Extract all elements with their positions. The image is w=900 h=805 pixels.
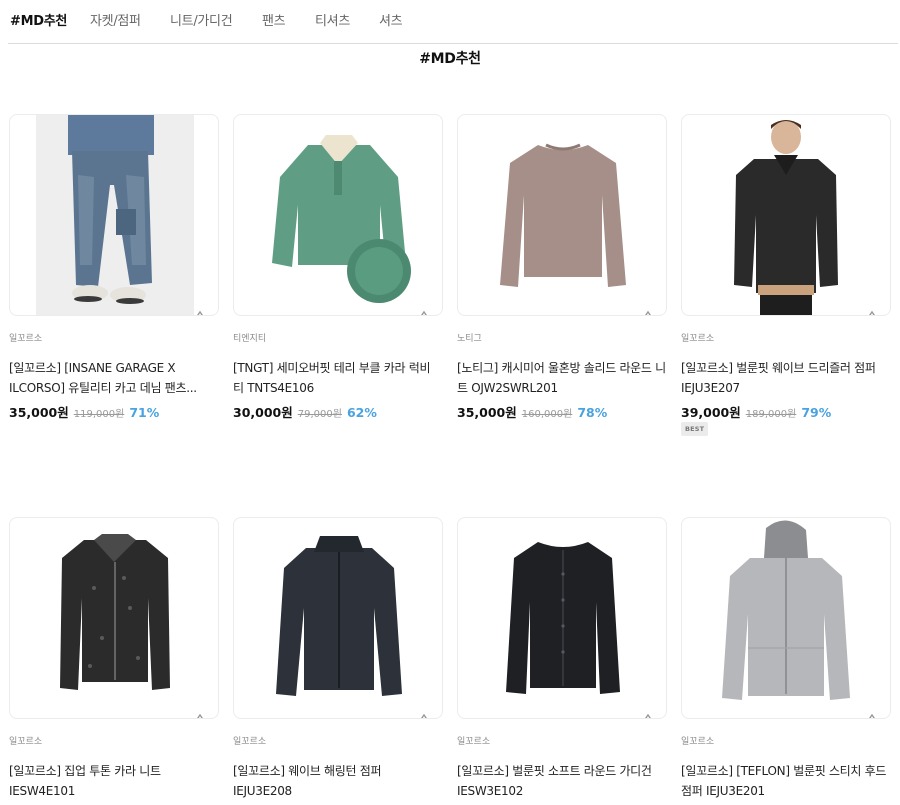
tab-divider (8, 43, 898, 44)
product-image-denim-pants (36, 115, 194, 315)
shopping-basket-icon[interactable] (414, 712, 434, 719)
sale-price: 39,000원 (681, 405, 741, 420)
product-name[interactable]: [TNGT] 세미오버핏 테리 부클 카라 럭비 티 TNTS4E106 (233, 358, 443, 398)
shopping-basket-icon[interactable] (414, 309, 434, 316)
tab-tshirts[interactable]: 티셔츠 (315, 10, 350, 29)
product-image-black-jumper (734, 120, 838, 315)
discount-rate: 79% (801, 405, 832, 420)
product-brand: 일꼬르소 (9, 737, 43, 747)
section-title: #MD추천 (419, 51, 481, 67)
category-tab-bar: #MD추천 자켓/점퍼 니트/가디건 팬츠 티셔츠 셔츠 (0, 0, 900, 45)
product-name[interactable]: [일꼬르소] 벌룬핏 웨이브 드리즐러 점퍼 IEJU3E207 (681, 358, 891, 398)
product-card[interactable]: 일꼬르소 [일꼬르소] [INSANE GARAGE X ILCORSO] 유틸… (9, 114, 219, 420)
price-row: 35,000원 119,000원 71% (9, 402, 159, 421)
product-brand: 일꼬르소 (681, 737, 715, 747)
product-image-navy-harrington (276, 536, 402, 696)
product-card[interactable]: 일꼬르소 [일꼬르소] [TEFLON] 벌룬핏 스티치 후드 점퍼 IEJU3… (681, 517, 891, 798)
product-card[interactable]: 일꼬르소 [일꼬르소] 웨이브 해링턴 점퍼 IEJU3E208 (233, 517, 443, 798)
product-card[interactable]: 일꼬르소 [일꼬르소] 벌룬핏 웨이브 드리즐러 점퍼 IEJU3E207 39… (681, 114, 891, 436)
product-name[interactable]: [일꼬르소] [TEFLON] 벌룬핏 스티치 후드 점퍼 IEJU3E201 (681, 761, 891, 801)
price-row: 39,000원 189,000원 79% (681, 402, 831, 421)
tab-pants[interactable]: 팬츠 (262, 10, 286, 29)
sale-price: 35,000원 (457, 405, 517, 420)
tab-knit-cardigan[interactable]: 니트/가디건 (170, 10, 233, 29)
product-thumbnail[interactable] (9, 114, 219, 316)
product-name[interactable]: [노티그] 캐시미어 울혼방 솔리드 라운드 니트 OJW2SWRL201 (457, 358, 667, 398)
product-thumbnail[interactable] (681, 517, 891, 719)
shopping-basket-icon[interactable] (638, 712, 658, 719)
product-thumbnail[interactable] (681, 114, 891, 316)
product-thumbnail[interactable] (457, 114, 667, 316)
original-price: 79,000원 (297, 409, 342, 420)
original-price: 119,000원 (73, 409, 125, 420)
product-card[interactable]: 일꼬르소 [일꼬르소] 벌룬핏 소프트 라운드 가디건 IESW3E102 (457, 517, 667, 798)
product-image-gray-hood-jacket (722, 520, 850, 700)
product-name[interactable]: [일꼬르소] 벌룬핏 소프트 라운드 가디건 IESW3E102 (457, 761, 667, 801)
product-brand: 일꼬르소 (233, 737, 267, 747)
discount-rate: 71% (129, 405, 160, 420)
tab-md-recommend[interactable]: #MD추천 (10, 10, 67, 29)
product-image-beige-knit (500, 143, 626, 287)
discount-rate: 62% (346, 405, 377, 420)
product-card[interactable]: 일꼬르소 [일꼬르소] 집업 투톤 카라 니트 IESW4E101 (9, 517, 219, 798)
sale-price: 35,000원 (9, 405, 69, 420)
best-badge: BEST (681, 422, 709, 436)
product-brand: 티엔지티 (233, 334, 267, 344)
product-image-black-zipup-knit (60, 534, 170, 690)
original-price: 160,000원 (521, 409, 573, 420)
product-thumbnail[interactable] (233, 517, 443, 719)
product-image-green-polo (272, 135, 411, 303)
discount-rate: 78% (577, 405, 608, 420)
product-name[interactable]: [일꼬르소] 집업 투톤 카라 니트 IESW4E101 (9, 761, 219, 801)
shopping-basket-icon[interactable] (862, 309, 882, 316)
price-row: 30,000원 79,000원 62% (233, 402, 377, 421)
shopping-basket-icon[interactable] (638, 309, 658, 316)
product-name[interactable]: [일꼬르소] 웨이브 해링턴 점퍼 IEJU3E208 (233, 761, 443, 801)
product-card[interactable]: 티엔지티 [TNGT] 세미오버핏 테리 부클 카라 럭비 티 TNTS4E10… (233, 114, 443, 420)
product-thumbnail[interactable] (9, 517, 219, 719)
product-card[interactable]: 노티그 [노티그] 캐시미어 울혼방 솔리드 라운드 니트 OJW2SWRL20… (457, 114, 667, 420)
shopping-basket-icon[interactable] (190, 712, 210, 719)
product-thumbnail[interactable] (457, 517, 667, 719)
shopping-basket-icon[interactable] (862, 712, 882, 719)
product-image-black-cardigan (506, 542, 620, 694)
original-price: 189,000원 (745, 409, 797, 420)
product-brand: 일꼬르소 (457, 737, 491, 747)
sale-price: 30,000원 (233, 405, 293, 420)
product-thumbnail[interactable] (233, 114, 443, 316)
shopping-basket-icon[interactable] (190, 309, 210, 316)
product-brand: 일꼬르소 (681, 334, 715, 344)
tab-shirts[interactable]: 셔츠 (379, 10, 403, 29)
product-name[interactable]: [일꼬르소] [INSANE GARAGE X ILCORSO] 유틸리티 카고… (9, 358, 219, 398)
price-row: 35,000원 160,000원 78% (457, 402, 607, 421)
product-brand: 일꼬르소 (9, 334, 43, 344)
product-brand: 노티그 (457, 334, 482, 344)
tab-jacket-jumper[interactable]: 자켓/점퍼 (90, 10, 141, 29)
